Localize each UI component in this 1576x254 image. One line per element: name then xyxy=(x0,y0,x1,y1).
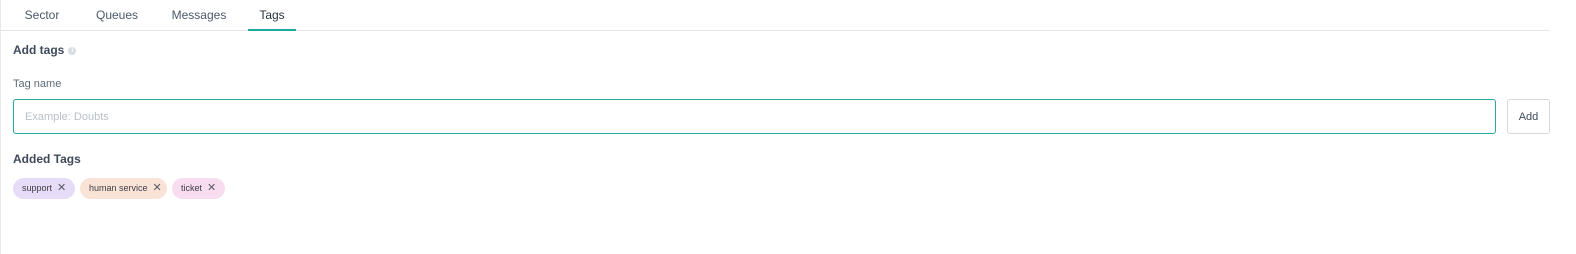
tab-sector-label: Sector xyxy=(24,8,60,22)
tab-tags[interactable]: Tags xyxy=(248,0,296,31)
tab-messages-label: Messages xyxy=(171,8,227,22)
tab-sector[interactable]: Sector xyxy=(13,0,71,31)
tag-name-label: Tag name xyxy=(13,78,62,90)
tab-queues-label: Queues xyxy=(95,8,139,22)
tag-chip-label: support xyxy=(22,183,53,193)
tab-queues[interactable]: Queues xyxy=(87,0,147,31)
tag-chip-label: ticket xyxy=(181,183,203,193)
close-icon[interactable]: ✕ xyxy=(153,178,162,199)
tag-chip-human-service: human service ✕ xyxy=(80,178,167,199)
tag-chip-label: human service xyxy=(89,183,148,193)
tab-tags-label: Tags xyxy=(259,8,285,22)
added-tags-heading: Added Tags xyxy=(13,152,81,166)
tag-chip-ticket: ticket ✕ xyxy=(172,178,225,199)
tab-messages[interactable]: Messages xyxy=(163,0,235,31)
add-tags-heading: Add tags i xyxy=(13,43,77,57)
tag-chip-support: support ✕ xyxy=(13,178,75,199)
tag-name-input[interactable] xyxy=(13,99,1496,134)
info-icon[interactable]: i xyxy=(68,46,77,55)
add-tags-title: Add tags xyxy=(13,43,65,57)
tags-settings-panel: Sector Queues Messages Tags Add tags i Ta… xyxy=(0,0,1575,254)
added-tags-title: Added Tags xyxy=(13,152,81,166)
close-icon[interactable]: ✕ xyxy=(57,178,66,199)
close-icon[interactable]: ✕ xyxy=(207,178,216,199)
settings-tabs: Sector Queues Messages Tags xyxy=(1,0,1549,31)
add-tag-button[interactable]: Add xyxy=(1507,99,1550,134)
